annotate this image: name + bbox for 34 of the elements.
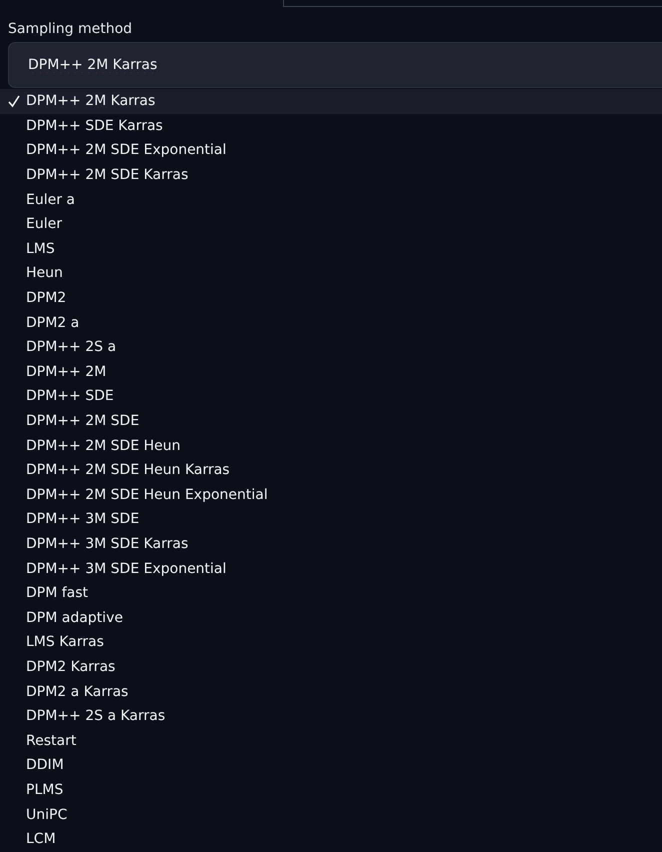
dropdown-option[interactable]: DPM2 Karras bbox=[0, 654, 662, 680]
dropdown-option[interactable]: DPM fast bbox=[0, 580, 662, 606]
dropdown-option[interactable]: DPM++ 2M SDE bbox=[0, 408, 662, 434]
dropdown-option[interactable]: DPM2 bbox=[0, 286, 662, 310]
dropdown-option[interactable]: DPM++ 2S a bbox=[0, 334, 662, 360]
dropdown-option[interactable]: LMS Karras bbox=[0, 630, 662, 655]
dropdown-option[interactable]: LMS bbox=[0, 236, 662, 262]
dropdown-option[interactable]: Euler a bbox=[0, 187, 662, 212]
dropdown-option[interactable]: DPM++ SDE Karras bbox=[0, 114, 662, 138]
dropdown-option[interactable]: DPM adaptive bbox=[0, 605, 662, 630]
dropdown-option[interactable]: DPM++ 2M SDE Heun bbox=[0, 433, 662, 458]
dropdown-option[interactable]: DPM++ 2S a Karras bbox=[0, 704, 662, 728]
dropdown-option[interactable]: Heun bbox=[0, 261, 662, 286]
dropdown-option[interactable]: DPM++ 2M bbox=[0, 360, 662, 384]
dropdown-option[interactable]: DPM2 a bbox=[0, 310, 662, 335]
dropdown-option[interactable]: DPM2 a Karras bbox=[0, 679, 662, 704]
dropdown-option[interactable]: DPM++ SDE bbox=[0, 384, 662, 409]
checkmark-icon bbox=[8, 94, 20, 108]
dropdown-option[interactable]: DPM++ 2M Karras bbox=[0, 89, 662, 114]
dropdown-option[interactable]: DPM++ 3M SDE Karras bbox=[0, 532, 662, 556]
dropdown-option[interactable]: DPM++ 2M SDE Exponential bbox=[0, 138, 662, 163]
dropdown-field[interactable]: DPM++ 2M Karras bbox=[8, 42, 662, 88]
dropdown-option[interactable]: DPM++ 3M SDE Exponential bbox=[0, 556, 662, 581]
dropdown-option[interactable]: Euler bbox=[0, 212, 662, 237]
dropdown-option[interactable]: DPM++ 2M SDE Karras bbox=[0, 162, 662, 188]
dropdown-option[interactable]: DPM++ 2M SDE Heun Exponential bbox=[0, 482, 662, 508]
dropdown-option[interactable]: Restart bbox=[0, 728, 662, 754]
dropdown-option[interactable]: LCM bbox=[0, 826, 662, 852]
dropdown-option[interactable]: DPM++ 2M SDE Heun Karras bbox=[0, 458, 662, 482]
field-label: Sampling method bbox=[8, 21, 132, 37]
dropdown-option[interactable]: UniPC bbox=[0, 802, 662, 827]
dropdown-option[interactable]: DPM++ 3M SDE bbox=[0, 507, 662, 532]
dropdown-option[interactable]: DDIM bbox=[0, 753, 662, 778]
dropdown-option[interactable]: PLMS bbox=[0, 778, 662, 802]
